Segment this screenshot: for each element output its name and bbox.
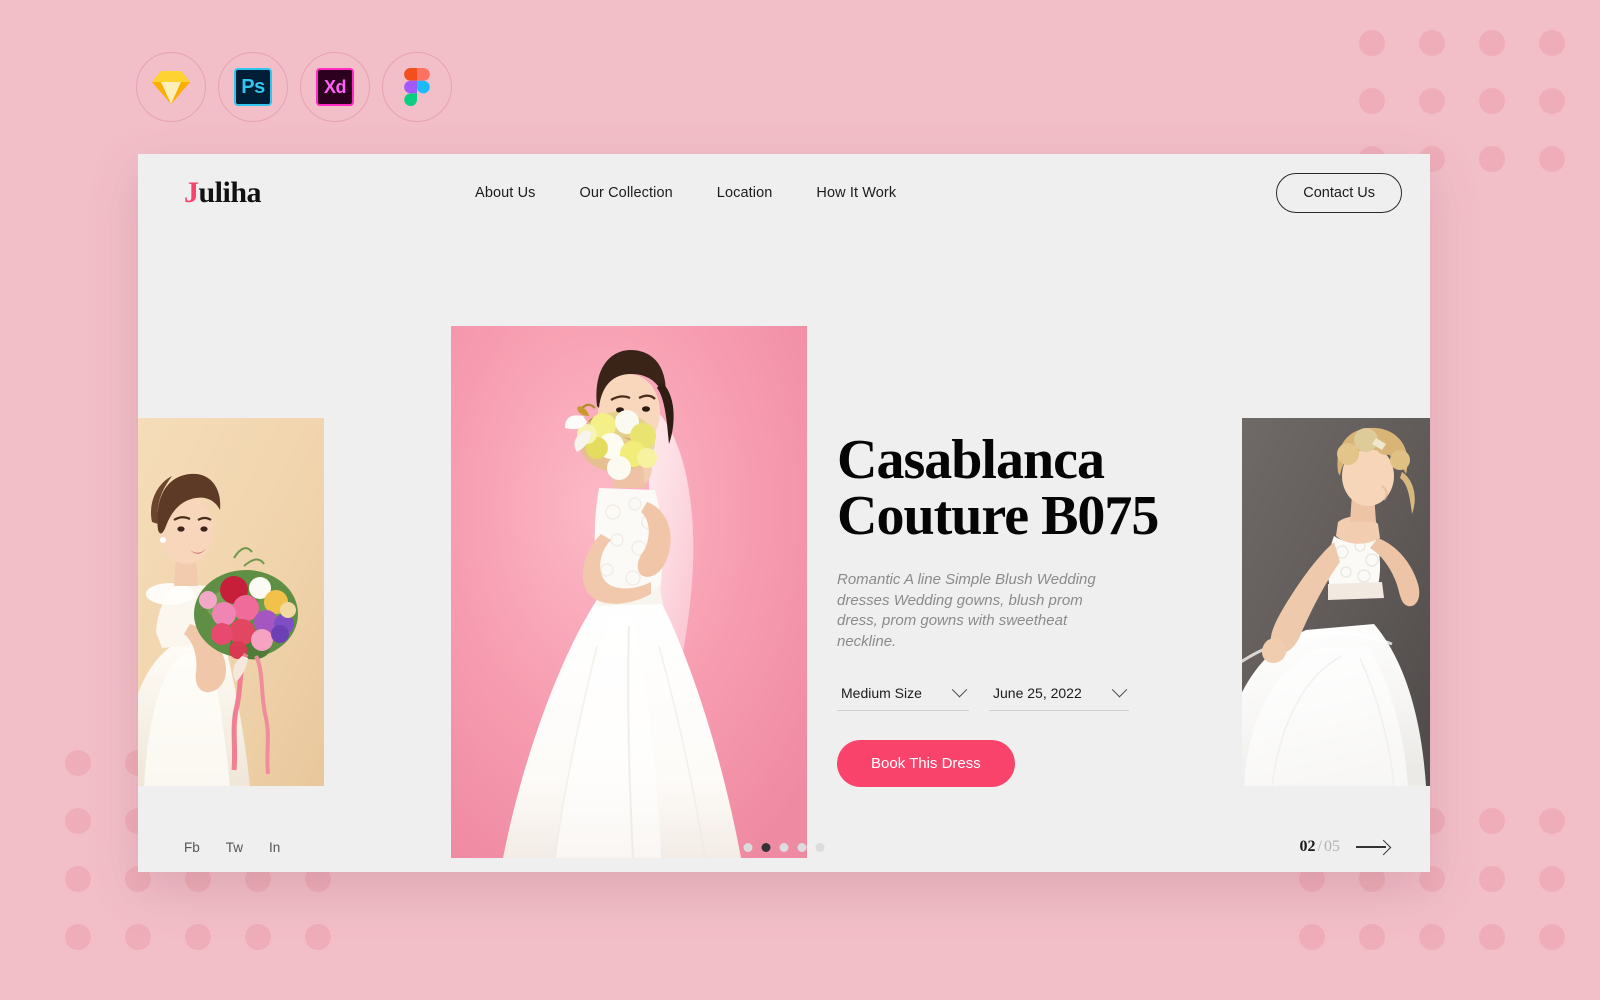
decorative-dot bbox=[1479, 88, 1505, 114]
website-mockup-card: Juliha About Us Our Collection Location … bbox=[138, 154, 1430, 872]
social-links: Fb Tw In bbox=[184, 840, 280, 855]
logo-rest: uliha bbox=[198, 176, 262, 209]
figma-icon-badge[interactable] bbox=[382, 52, 452, 122]
decorative-dot bbox=[1539, 88, 1565, 114]
slide-total: 05 bbox=[1324, 838, 1340, 855]
figma-icon bbox=[404, 68, 430, 107]
decorative-dot bbox=[1359, 924, 1385, 950]
sketch-icon bbox=[152, 70, 190, 104]
slide-separator: / bbox=[1317, 838, 1322, 855]
carousel-dot[interactable] bbox=[779, 842, 789, 852]
decorative-dot bbox=[65, 866, 91, 892]
photo-bride-with-yellow-flowers-image bbox=[451, 326, 807, 858]
hero-section: Casablanca Couture B075 Romantic A line … bbox=[138, 232, 1430, 858]
slide-current: 02 bbox=[1299, 838, 1316, 855]
sketch-icon-badge[interactable] bbox=[136, 52, 206, 122]
photoshop-icon: Ps bbox=[234, 68, 272, 106]
adobe-xd-icon: Xd bbox=[316, 68, 354, 106]
decorative-dot bbox=[1479, 30, 1505, 56]
hero-description: Romantic A line Simple Blush Wedding dre… bbox=[837, 571, 1096, 651]
site-logo[interactable]: Juliha bbox=[184, 176, 262, 210]
booking-selectors: Medium Size June 25, 2022 bbox=[837, 682, 1307, 711]
decorative-dot bbox=[185, 924, 211, 950]
nav-item-our-collection[interactable]: Our Collection bbox=[580, 185, 673, 201]
photoshop-icon-badge[interactable]: Ps bbox=[218, 52, 288, 122]
decorative-dot bbox=[1419, 30, 1445, 56]
photo-bride-with-bouquet-image bbox=[138, 418, 324, 786]
decorative-dot bbox=[1479, 924, 1505, 950]
carousel-dot[interactable] bbox=[815, 842, 825, 852]
carousel-dots bbox=[743, 842, 825, 852]
nav-item-location[interactable]: Location bbox=[717, 185, 773, 201]
hero-title: Casablanca Couture B075 bbox=[837, 429, 1159, 547]
decorative-dot bbox=[1359, 30, 1385, 56]
decorative-dot bbox=[245, 924, 271, 950]
decorative-dot bbox=[1359, 88, 1385, 114]
logo-initial: J bbox=[184, 176, 199, 209]
decorative-dot bbox=[1539, 30, 1565, 56]
chevron-down-icon bbox=[951, 682, 968, 698]
card-footer: Fb Tw In 02/05 bbox=[138, 822, 1430, 872]
decorative-dot bbox=[305, 924, 331, 950]
decorative-dot bbox=[1419, 88, 1445, 114]
contact-us-button[interactable]: Contact Us bbox=[1276, 173, 1402, 213]
decorative-dot bbox=[1299, 924, 1325, 950]
design-tool-badges: Ps Xd bbox=[136, 52, 452, 122]
decorative-dot bbox=[1419, 924, 1445, 950]
size-select-value: Medium Size bbox=[841, 684, 922, 701]
decorative-dot bbox=[1479, 808, 1505, 834]
photo-bride-with-bouquet[interactable] bbox=[138, 418, 324, 786]
nav-item-about-us[interactable]: About Us bbox=[475, 185, 535, 201]
decorative-dot bbox=[65, 750, 91, 776]
decorative-dot bbox=[1479, 866, 1505, 892]
decorative-dot bbox=[65, 924, 91, 950]
carousel-dot[interactable] bbox=[743, 842, 753, 852]
decorative-dot bbox=[65, 808, 91, 834]
decorative-dot bbox=[1479, 146, 1505, 172]
main-navigation: About Us Our Collection Location How It … bbox=[475, 185, 896, 201]
site-header: Juliha About Us Our Collection Location … bbox=[138, 154, 1430, 232]
slide-counter: 02/05 bbox=[1300, 838, 1390, 856]
book-this-dress-button[interactable]: Book This Dress bbox=[837, 739, 1015, 787]
slide-counter-text: 02/05 bbox=[1300, 838, 1340, 856]
social-link-facebook[interactable]: Fb bbox=[184, 840, 200, 855]
chevron-down-icon bbox=[1111, 682, 1128, 698]
nav-item-how-it-work[interactable]: How It Work bbox=[816, 185, 896, 201]
decorative-dot bbox=[125, 924, 151, 950]
size-select[interactable]: Medium Size bbox=[837, 682, 969, 711]
decorative-dot bbox=[1539, 924, 1565, 950]
next-slide-arrow-icon[interactable] bbox=[1356, 840, 1390, 854]
adobe-xd-icon-badge[interactable]: Xd bbox=[300, 52, 370, 122]
hero-copy: Casablanca Couture B075 Romantic A line … bbox=[837, 432, 1307, 787]
social-link-twitter[interactable]: Tw bbox=[226, 840, 243, 855]
carousel-dot[interactable] bbox=[761, 842, 771, 852]
date-select-value: June 25, 2022 bbox=[993, 684, 1082, 701]
date-select[interactable]: June 25, 2022 bbox=[989, 682, 1129, 711]
photo-bride-with-yellow-flowers[interactable] bbox=[451, 326, 807, 858]
decorative-dot bbox=[1539, 146, 1565, 172]
carousel-dot[interactable] bbox=[797, 842, 807, 852]
decorative-dot bbox=[1539, 866, 1565, 892]
decorative-dot bbox=[1539, 808, 1565, 834]
social-link-linkedin[interactable]: In bbox=[269, 840, 280, 855]
